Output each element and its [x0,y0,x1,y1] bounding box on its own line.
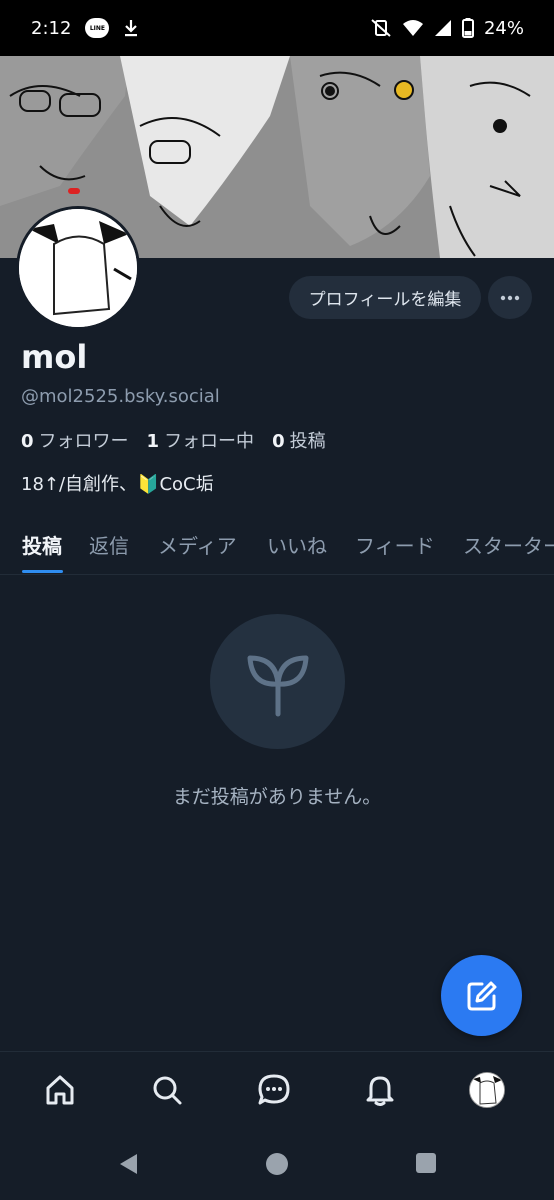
more-options-button[interactable] [488,276,532,319]
followers-stat[interactable]: 0 フォロワー [21,427,129,453]
chat-icon[interactable] [254,1070,294,1110]
following-count: 1 [146,431,160,452]
status-bar: 2:12 LINE 24% [0,0,554,56]
search-icon[interactable] [147,1070,187,1110]
following-stat[interactable]: 1 フォロー中 [147,427,255,453]
profile-avatar-tab[interactable] [467,1070,507,1110]
recents-icon[interactable] [415,1152,437,1178]
edit-profile-button[interactable]: プロフィールを編集 [289,276,481,319]
home-icon[interactable] [40,1070,80,1110]
status-time: 2:12 [31,17,72,39]
tab-media[interactable]: メディア [158,530,237,559]
followers-label: フォロワー [38,431,129,452]
tab-feeds[interactable]: フィード [355,530,435,559]
back-icon[interactable] [117,1152,139,1180]
posts-stat: 0 投稿 [272,427,326,453]
battery-icon [461,18,474,38]
compose-icon [467,981,496,1010]
home-button-icon[interactable] [265,1152,289,1180]
posts-label: 投稿 [289,431,326,452]
followers-count: 0 [21,431,34,452]
download-icon [123,18,139,38]
tab-replies[interactable]: 返信 [89,530,129,559]
vibrate-off-icon [370,18,392,38]
profile-handle: @mol2525.bsky.social [21,386,220,407]
posts-count: 0 [272,431,285,452]
sprout-icon [247,655,308,716]
system-navigation-bar [0,1127,554,1200]
bottom-navigation [0,1051,554,1127]
profile-stats: 0 フォロワー 1 フォロー中 0 投稿 [21,427,326,453]
ellipsis-icon [500,295,520,300]
bell-icon[interactable] [360,1070,400,1110]
profile-avatar[interactable] [16,206,140,330]
line-app-icon: LINE [85,18,110,38]
compose-post-button[interactable] [441,955,522,1036]
tab-posts[interactable]: 投稿 [22,530,62,559]
wifi-icon [402,19,424,37]
profile-bio: 18↑/自創作、🔰CoC垢 [21,474,214,495]
signal-icon [434,19,452,37]
nav-avatar-image [469,1072,505,1108]
battery-percent: 24% [483,17,524,39]
empty-state-text: まだ投稿がありません。 [172,786,382,808]
following-label: フォロー中 [164,431,255,452]
profile-tabs: 投稿 返信 メディア いいね フィード スターターパック [0,520,554,575]
empty-state-illustration [210,614,345,749]
active-tab-indicator [22,570,63,573]
tab-likes[interactable]: いいね [267,530,327,559]
display-name: mol [21,338,88,376]
tab-starter-packs[interactable]: スターターパック [463,530,554,559]
